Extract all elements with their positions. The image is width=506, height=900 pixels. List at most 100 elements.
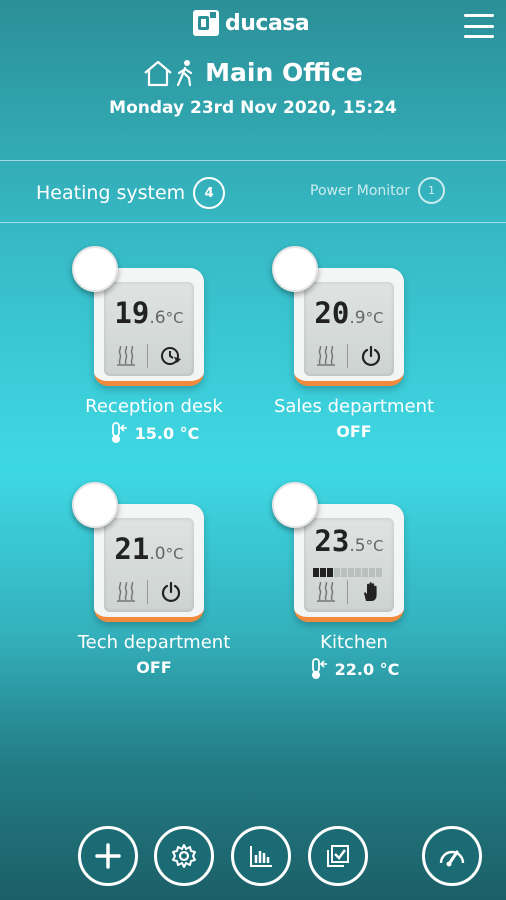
temp-integer: 21 (114, 532, 150, 566)
thermostat-icons (310, 342, 388, 370)
temp-unit: °C (165, 309, 184, 327)
title-row: Main Office (0, 58, 506, 87)
thermostat-icons (310, 578, 388, 606)
bottom-nav (0, 826, 506, 890)
ducasa-logo-icon (193, 10, 219, 36)
thermostat-icons (110, 342, 188, 370)
device-status: 15.0 °C (54, 422, 254, 444)
thermostat-screen: 23.5°C (304, 518, 394, 612)
temp-unit: °C (365, 537, 384, 555)
device-tech-department[interactable]: 21.0°C Tech department OFF (54, 482, 254, 682)
icon-divider (147, 580, 149, 604)
temp-decimal: .9 (349, 308, 366, 328)
heating-icon (316, 346, 335, 366)
icon-divider (147, 344, 149, 368)
temp-unit: °C (165, 545, 184, 563)
device-reception-desk[interactable]: 19.6°C Reception desk 15.0 °C (54, 246, 254, 446)
brand-name: ducasa (225, 10, 310, 36)
checklist-button[interactable] (308, 826, 368, 886)
heating-icon (116, 346, 135, 366)
level-bar (341, 568, 347, 577)
brand-logo: ducasa (193, 10, 310, 36)
thermostat-icons (110, 578, 188, 606)
status-value: OFF (336, 422, 372, 441)
settings-button[interactable] (154, 826, 214, 886)
thermometer-setpoint-icon (111, 422, 127, 443)
menu-line (464, 35, 494, 38)
current-temperature: 19.6°C (104, 296, 194, 330)
temp-integer: 20 (314, 296, 350, 330)
thermostat-screen: 20.9°C (304, 282, 394, 376)
thermometer-setpoint-icon (311, 658, 327, 679)
title-icons (143, 59, 195, 87)
icon-divider (347, 344, 349, 368)
add-button[interactable] (78, 826, 138, 886)
add-icon (95, 843, 121, 869)
device-sales-department[interactable]: 20.9°C Sales department OFF (254, 246, 454, 446)
temp-integer: 23 (314, 524, 350, 558)
device-name: Reception desk (85, 396, 223, 417)
gauge-icon (439, 850, 465, 867)
setpoint-value: 15.0 °C (134, 423, 200, 443)
home-icon (144, 60, 172, 86)
checklist-icon (327, 845, 349, 867)
level-bar (355, 568, 361, 577)
hand-icon (364, 582, 377, 601)
device-status: 22.0 °C (254, 658, 454, 680)
level-bar (362, 568, 368, 577)
tab-bar: Heating system 4 Power Monitor 1 (0, 160, 506, 223)
level-bar (334, 568, 340, 577)
heating-icon (116, 582, 135, 602)
device-select-knob[interactable] (72, 246, 118, 292)
count-badge: 4 (193, 177, 226, 209)
device-name: Kitchen (320, 632, 388, 653)
current-temperature: 20.9°C (304, 296, 394, 330)
count-badge: 1 (418, 177, 445, 204)
level-bar (376, 568, 382, 577)
header: ducasa Main Office Monday 23rd Nov 2020,… (0, 0, 506, 160)
gauge-button[interactable] (422, 826, 482, 886)
power-icon (162, 581, 181, 603)
device-status: OFF (54, 658, 254, 677)
device-status: OFF (254, 422, 454, 441)
current-temperature: 23.5°C (304, 524, 394, 558)
tab-label: Power Monitor (310, 182, 410, 199)
icon-divider (347, 580, 349, 604)
level-bar (348, 568, 354, 577)
settings-icon (172, 844, 196, 868)
schedule-icon (161, 347, 182, 365)
datetime: Monday 23rd Nov 2020, 15:24 (109, 98, 397, 118)
tab-heating-system[interactable]: Heating system 4 (36, 177, 226, 209)
setpoint-value: 22.0 °C (334, 659, 400, 679)
page-title: Main Office (205, 58, 363, 87)
menu-line (464, 24, 494, 28)
temp-decimal: .5 (349, 536, 366, 556)
device-name: Sales department (273, 396, 435, 417)
power-icon (362, 345, 381, 367)
temp-integer: 19 (114, 296, 150, 330)
thermostat-screen: 21.0°C (104, 518, 194, 612)
level-bars (313, 568, 382, 577)
chart-icon (250, 846, 272, 867)
device-select-knob[interactable] (272, 246, 318, 292)
menu-button[interactable] (464, 14, 494, 38)
temp-unit: °C (365, 309, 384, 327)
status-value: OFF (136, 658, 172, 677)
menu-line (464, 14, 494, 17)
heating-icon (316, 582, 335, 602)
tab-label: Heating system (36, 182, 186, 204)
level-bar (369, 568, 375, 577)
temp-decimal: .0 (149, 544, 166, 564)
thermostat-screen: 19.6°C (104, 282, 194, 376)
level-bar (320, 568, 326, 577)
level-bar (327, 568, 333, 577)
device-select-knob[interactable] (72, 482, 118, 528)
current-temperature: 21.0°C (104, 532, 194, 566)
level-bar (313, 568, 319, 577)
device-select-knob[interactable] (272, 482, 318, 528)
tab-power-monitor[interactable]: Power Monitor 1 (310, 177, 445, 204)
temp-decimal: .6 (149, 308, 166, 328)
charts-button[interactable] (231, 826, 291, 886)
device-kitchen[interactable]: 23.5°C Kitchen 22.0 °C (254, 482, 454, 682)
device-name: Tech department (77, 632, 231, 653)
